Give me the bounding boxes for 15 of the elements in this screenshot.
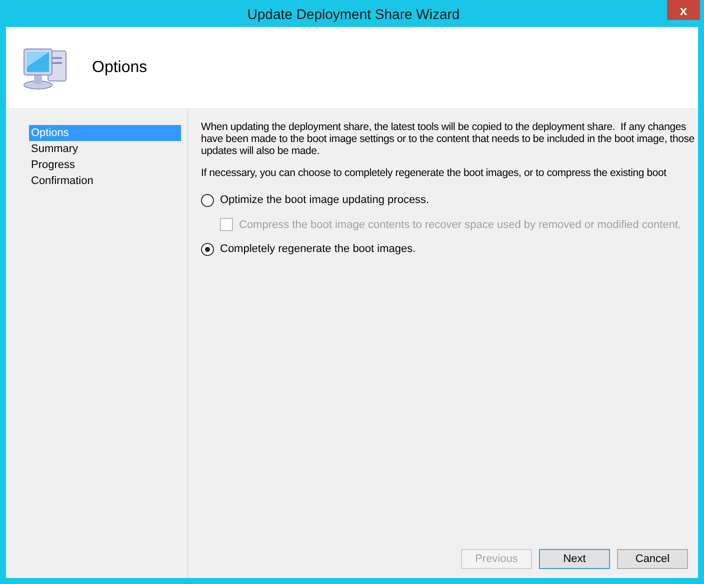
wizard-button[interactable]: Next — [539, 549, 610, 569]
option-label: Completely regenerate the boot images. — [220, 242, 416, 257]
close-button[interactable]: x — [667, 0, 700, 20]
description-text: If necessary, you can choose to completely regenerate the boot images, or to compress the existing boot — [201, 167, 668, 179]
sidebar-item[interactable]: Summary — [29, 141, 181, 157]
option-label: Compress the boot image contents to recover space used by removed or modified content. — [239, 218, 682, 232]
wizard-button[interactable]: Cancel — [617, 549, 688, 569]
sidebar-item[interactable]: Confirmation — [29, 173, 181, 189]
description-text: When updating the deployment share, the latest tools will be copied to the deployment share. If any changes have been made to the boot image settings or to the content that needs to be included in the boot image, those updates will also be made. — [201, 121, 696, 157]
page-title: Options — [92, 58, 148, 78]
option-label: Optimize the boot image updating process. — [220, 193, 430, 208]
window-title: Update Deployment Share Wizard — [247, 5, 460, 24]
sidebar-item[interactable]: Progress — [29, 157, 181, 173]
radio-button[interactable] — [201, 242, 214, 256]
radio-button[interactable] — [201, 194, 214, 207]
